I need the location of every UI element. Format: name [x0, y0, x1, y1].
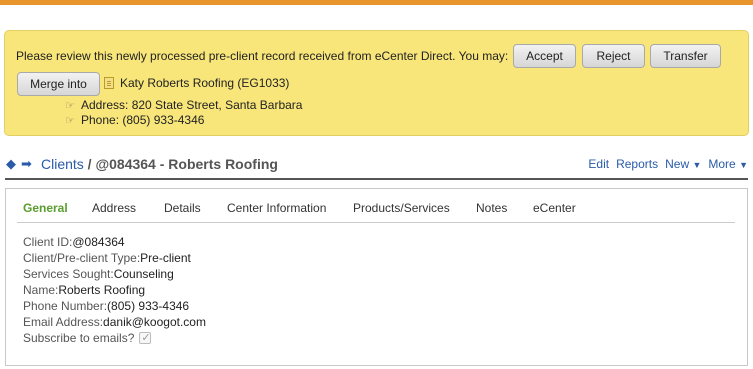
merge-target-label: Katy Roberts Roofing (EG1033) — [120, 76, 290, 90]
field-label: Subscribe to emails? — [23, 331, 135, 345]
more-menu-label: More — [708, 157, 736, 171]
tab-notes[interactable]: Notes — [476, 201, 507, 215]
address-text: Address: 820 State Street, Santa Barbara — [81, 98, 303, 112]
tab-details[interactable]: Details — [164, 201, 201, 215]
field-client-type: Client/Pre-client Type: Pre-client — [23, 250, 206, 266]
breadcrumb-separator: / — [83, 156, 96, 172]
subscribe-checkbox[interactable] — [139, 330, 152, 346]
reports-link[interactable]: Reports — [616, 157, 658, 171]
review-notice: Please review this newly processed pre-c… — [4, 30, 749, 136]
field-value: Roberts Roofing — [58, 283, 146, 297]
field-label: Name: — [23, 283, 59, 297]
forward-arrow-icon[interactable]: ➡ — [21, 156, 32, 172]
field-phone-number: Phone Number: (805) 933-4346 — [23, 298, 206, 314]
tab-address[interactable]: Address — [92, 201, 136, 215]
header-divider — [5, 178, 748, 180]
field-subscribe: Subscribe to emails? — [23, 330, 206, 346]
field-label: Phone Number: — [23, 299, 108, 313]
chevron-down-icon: ▼ — [739, 160, 748, 170]
field-label: Client ID: — [23, 235, 73, 249]
field-value: Counseling — [113, 267, 174, 281]
pointing-hand-icon: ☞ — [65, 99, 75, 112]
new-menu-label: New — [665, 157, 690, 171]
breadcrumb-bar: ◆ ➡ Clients / @084364 - Roberts Roofing … — [6, 156, 748, 176]
back-arrow-icon[interactable]: ◆ — [6, 156, 16, 172]
tab-center-information[interactable]: Center Information — [227, 201, 326, 215]
accept-button[interactable]: Accept — [513, 44, 576, 68]
field-value: @084364 — [72, 235, 125, 249]
edit-link[interactable]: Edit — [588, 157, 609, 171]
top-accent-bar — [0, 0, 753, 5]
address-line: ☞ Address: 820 State Street, Santa Barba… — [65, 98, 302, 112]
field-label: Services Sought: — [23, 267, 114, 281]
field-email-address: Email Address: danik@koogot.com — [23, 314, 206, 330]
page-actions: Edit Reports New ▼ More ▼ — [588, 157, 748, 171]
phone-line: ☞ Phone: (805) 933-4346 — [65, 113, 204, 127]
field-value: danik@koogot.com — [103, 315, 206, 329]
transfer-button[interactable]: Transfer — [650, 44, 721, 68]
general-fields: Client ID: @084364 Client/Pre-client Typ… — [23, 234, 206, 346]
pointing-hand-icon: ☞ — [65, 114, 75, 127]
reject-button[interactable]: Reject — [582, 44, 645, 68]
more-menu[interactable]: More ▼ — [708, 157, 748, 171]
field-name: Name: Roberts Roofing — [23, 282, 206, 298]
field-label: Client/Pre-client Type: — [23, 251, 141, 265]
field-services-sought: Services Sought: Counseling — [23, 266, 206, 282]
field-label: Email Address: — [23, 315, 104, 329]
new-menu[interactable]: New ▼ — [665, 157, 701, 171]
field-value: Pre-client — [140, 251, 191, 265]
merge-into-button[interactable]: Merge into — [17, 72, 100, 96]
document-icon — [104, 77, 114, 89]
client-panel: General Address Details Center Informati… — [5, 188, 748, 366]
tab-ecenter[interactable]: eCenter — [533, 201, 576, 215]
tab-general[interactable]: General — [23, 201, 68, 215]
chevron-down-icon: ▼ — [692, 160, 702, 170]
tab-products-services[interactable]: Products/Services — [353, 201, 450, 215]
field-client-id: Client ID: @084364 — [23, 234, 206, 250]
breadcrumb-clients-link[interactable]: Clients — [41, 156, 84, 172]
page-title: @084364 - Roberts Roofing — [95, 156, 278, 172]
phone-text: Phone: (805) 933-4346 — [81, 113, 205, 127]
breadcrumb: Clients / @084364 - Roberts Roofing — [41, 156, 278, 172]
notice-message: Please review this newly processed pre-c… — [16, 49, 509, 63]
field-value: (805) 933-4346 — [107, 299, 190, 313]
tab-bar: General Address Details Center Informati… — [17, 189, 735, 223]
merge-target: Katy Roberts Roofing (EG1033) — [104, 76, 289, 90]
